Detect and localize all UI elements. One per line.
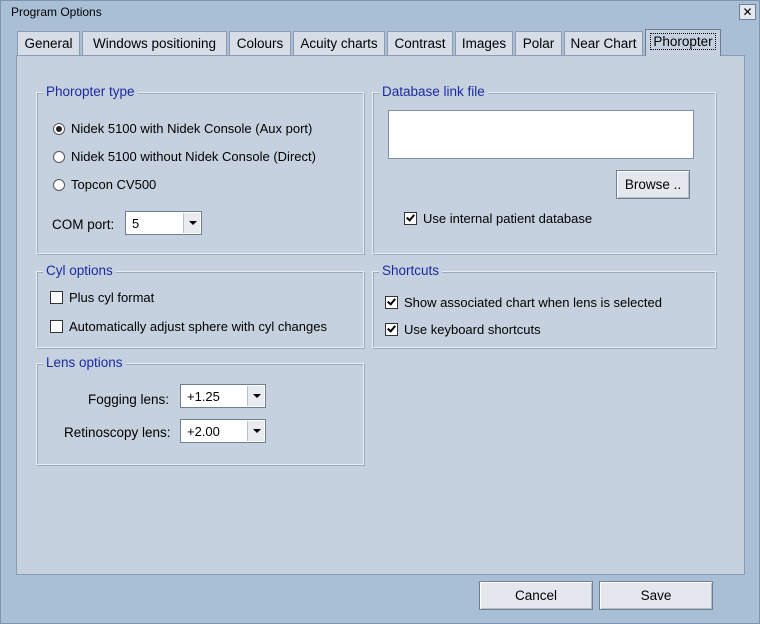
tab-acuity-charts[interactable]: Acuity charts (293, 31, 385, 55)
lens-options-group: Lens options Fogging lens: +1.25 Retinos… (36, 355, 364, 465)
plus-cyl-checkbox[interactable]: Plus cyl format (50, 290, 154, 305)
tab-general[interactable]: General (17, 31, 80, 55)
radio-nidek-aux[interactable]: Nidek 5100 with Nidek Console (Aux port) (53, 121, 312, 136)
com-port-select[interactable]: 5 (125, 211, 202, 235)
radio-topcon[interactable]: Topcon CV500 (53, 177, 156, 192)
tab-label: Polar (522, 36, 555, 51)
radio-button[interactable] (53, 178, 65, 191)
com-port-value: 5 (132, 216, 140, 231)
chevron-down-icon[interactable] (247, 421, 264, 441)
radio-nidek-direct[interactable]: Nidek 5100 without Nidek Console (Direct… (53, 149, 316, 164)
retinoscopy-lens-value: +2.00 (187, 424, 220, 439)
chevron-down-icon[interactable] (247, 386, 264, 406)
group-title: Shortcuts (379, 263, 443, 278)
radio-label: Topcon CV500 (71, 177, 157, 192)
group-title: Phoropter type (43, 84, 138, 99)
title-bar: Program Options ✕ (1, 1, 759, 23)
radio-button[interactable] (53, 150, 65, 163)
tab-windows-positioning[interactable]: Windows positioning (82, 31, 227, 55)
radio-button[interactable] (53, 122, 65, 135)
checkbox[interactable] (50, 291, 63, 304)
checkbox[interactable] (385, 323, 398, 336)
tab-label: Contrast (394, 36, 446, 51)
chevron-down-icon[interactable] (183, 213, 200, 233)
fogging-lens-label: Fogging lens: (88, 392, 170, 407)
tab-label: Acuity charts (300, 36, 378, 51)
cancel-button[interactable]: Cancel (479, 581, 593, 610)
retinoscopy-lens-label: Retinoscopy lens: (64, 425, 171, 440)
fogging-lens-select[interactable]: +1.25 (180, 384, 266, 408)
retinoscopy-lens-select[interactable]: +2.00 (180, 419, 266, 443)
group-title: Lens options (43, 355, 126, 370)
checkbox-label: Use internal patient database (423, 211, 593, 226)
checkbox-label: Automatically adjust sphere with cyl cha… (69, 319, 327, 334)
browse-button[interactable]: Browse .. (616, 170, 690, 199)
fogging-lens-value: +1.25 (187, 389, 220, 404)
tab-label: Colours (236, 36, 284, 51)
checkmark-icon (387, 296, 396, 306)
group-title: Database link file (379, 84, 488, 99)
group-title: Cyl options (43, 263, 116, 278)
window-title: Program Options (11, 5, 102, 19)
tab-label: General (24, 36, 73, 51)
checkmark-icon (387, 323, 396, 333)
com-port-label: COM port: (52, 217, 115, 232)
show-chart-checkbox[interactable]: Show associated chart when lens is selec… (385, 295, 662, 310)
checkbox-label: Plus cyl format (69, 290, 155, 305)
use-internal-db-checkbox[interactable]: Use internal patient database (404, 211, 592, 226)
auto-adjust-sphere-checkbox[interactable]: Automatically adjust sphere with cyl cha… (50, 319, 327, 334)
shortcuts-group: Shortcuts Show associated chart when len… (372, 263, 716, 348)
checkbox[interactable] (385, 296, 398, 309)
radio-label: Nidek 5100 with Nidek Console (Aux port) (71, 121, 313, 136)
tab-label: Phoropter (650, 33, 716, 50)
checkbox-label: Use keyboard shortcuts (404, 322, 541, 337)
tab-phoropter[interactable]: Phoropter (645, 29, 721, 56)
tab-contrast[interactable]: Contrast (387, 31, 453, 55)
checkbox[interactable] (404, 212, 417, 225)
database-link-input[interactable] (388, 110, 694, 159)
tab-label: Windows positioning (92, 36, 217, 51)
radio-selected-dot (56, 125, 62, 132)
phoropter-type-group: Phoropter type Nidek 5100 with Nidek Con… (36, 84, 364, 254)
radio-label: Nidek 5100 without Nidek Console (Direct… (71, 149, 316, 164)
tab-images[interactable]: Images (455, 31, 513, 55)
cyl-options-group: Cyl options Plus cyl format Automaticall… (36, 263, 364, 348)
checkbox-label: Show associated chart when lens is selec… (404, 295, 662, 310)
tab-label: Near Chart (570, 36, 637, 51)
save-button[interactable]: Save (599, 581, 713, 610)
tab-polar[interactable]: Polar (515, 31, 562, 55)
close-icon[interactable]: ✕ (739, 4, 756, 20)
tab-panel-phoropter: Phoropter type Nidek 5100 with Nidek Con… (16, 55, 745, 575)
checkbox[interactable] (50, 320, 63, 333)
tab-colours[interactable]: Colours (229, 31, 291, 55)
tab-near-chart[interactable]: Near Chart (564, 31, 643, 55)
keyboard-shortcuts-checkbox[interactable]: Use keyboard shortcuts (385, 322, 541, 337)
tab-label: Images (461, 36, 507, 51)
checkmark-icon (406, 212, 415, 222)
database-link-group: Database link file Browse .. Use interna… (372, 84, 716, 254)
program-options-window: Program Options ✕ General Windows positi… (0, 0, 760, 624)
